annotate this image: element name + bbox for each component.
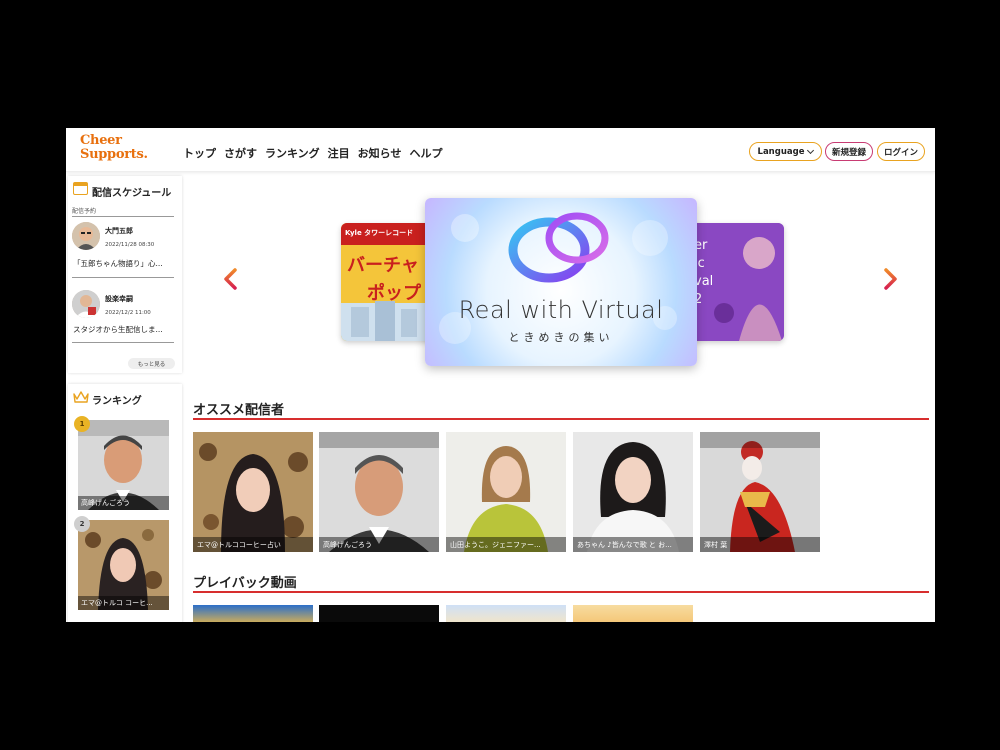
playback-title: プレイバック動画: [193, 576, 297, 591]
crown-icon: [73, 391, 89, 403]
login-button[interactable]: ログイン: [877, 142, 925, 161]
ranking-card[interactable]: エマ@トルコ コーヒ...: [78, 520, 169, 610]
carousel-slide-active[interactable]: Real with Virtual ときめきの集い: [425, 198, 697, 366]
hero-carousel: Kyle タワーレコード バーチャ ポップ er ic val 2 Real w…: [186, 176, 935, 376]
section-divider: [193, 591, 929, 593]
ranking-card-name: 高峰げんごろう: [78, 496, 169, 510]
streamer-name: 澤村 葉: [700, 537, 820, 552]
rank-badge-gold: 1: [74, 416, 90, 432]
playback-thumbnail[interactable]: [193, 605, 313, 622]
streamer-card[interactable]: 山田ようこ。ジェニファー...: [446, 432, 566, 552]
playback-thumbnail[interactable]: [319, 605, 439, 622]
slide-text: バーチャ: [347, 255, 419, 276]
photo-overlay: [319, 432, 439, 448]
ranking-panel: ランキング 高峰げんごろう 1 エマ@トルコ コーヒ... 2: [68, 384, 182, 622]
logo-line-1: Cheer: [80, 133, 122, 148]
schedule-item-name: 設楽幸嗣: [105, 295, 133, 303]
streamer-photo: [700, 432, 820, 552]
nav-featured[interactable]: 注目: [328, 145, 350, 161]
slide-title: Real with Virtual: [458, 296, 664, 324]
ranking-card-name: エマ@トルコ コーヒ...: [78, 596, 169, 610]
nav-help[interactable]: ヘルプ: [409, 145, 442, 161]
avatar: [72, 290, 100, 318]
schedule-item-name: 大門五郎: [105, 227, 133, 235]
divider: [72, 342, 174, 343]
streamer-name: あちゃん ♪皆んなで歌 と お...: [573, 537, 693, 552]
playback-thumbnail[interactable]: [573, 605, 693, 622]
streamer-photo: [319, 432, 439, 552]
register-label: 新規登録: [831, 147, 866, 158]
streamer-photo: [446, 432, 566, 552]
playback-thumbnail[interactable]: [446, 605, 566, 622]
register-button[interactable]: 新規登録: [825, 142, 873, 161]
avatar: [72, 222, 100, 250]
more-button[interactable]: もっと見る: [128, 358, 175, 369]
language-label: Language: [757, 146, 805, 157]
schedule-title: 配信スケジュール: [92, 188, 172, 199]
streamer-card[interactable]: あちゃん ♪皆んなで歌 と お...: [573, 432, 693, 552]
schedule-subtitle: 配信予約: [72, 208, 97, 215]
logo-line-2: Supports.: [80, 147, 148, 162]
ranking-title: ランキング: [92, 396, 142, 407]
main-nav: トップ さがす ランキング 注目 お知らせ ヘルプ: [183, 145, 442, 161]
divider: [72, 216, 174, 217]
schedule-item-date: 2022/11/28 08:30: [105, 242, 155, 248]
streamer-card[interactable]: エマ@トルココーヒー占い: [193, 432, 313, 552]
nav-ranking[interactable]: ランキング: [265, 145, 320, 161]
streamer-name: 山田ようこ。ジェニファー...: [446, 537, 566, 552]
nav-search[interactable]: さがす: [224, 145, 257, 161]
rank-badge-silver: 2: [74, 516, 90, 532]
streamer-photo: [193, 432, 313, 552]
nav-top[interactable]: トップ: [183, 145, 216, 161]
login-label: ログイン: [883, 147, 918, 158]
section-divider: [193, 418, 929, 420]
streamer-card[interactable]: 澤村 葉: [700, 432, 820, 552]
schedule-item-text: スタジオから生配信しま...: [73, 325, 163, 334]
streamer-photo: [573, 432, 693, 552]
slide-text: ポップ: [367, 283, 421, 304]
divider: [72, 277, 174, 278]
nav-news[interactable]: お知らせ: [358, 145, 402, 161]
streamer-name: 高峰げんごろう: [319, 537, 439, 552]
schedule-panel: 配信スケジュール 配信予約 大門五郎 2022/11/28 08:30 「五郎ち…: [68, 176, 182, 373]
streamer-card[interactable]: 高峰げんごろう: [319, 432, 439, 552]
schedule-item-date: 2022/12/2 11:00: [105, 310, 151, 316]
app-screen: Cheer Supports. トップ さがす ランキング 注目 お知らせ ヘル…: [66, 128, 935, 622]
chevron-right-icon[interactable]: [879, 268, 901, 290]
slide-subtitle: ときめきの集い: [508, 331, 614, 344]
schedule-item-text: 「五郎ちゃん物語り」心...: [73, 259, 163, 268]
chevron-left-icon[interactable]: [220, 268, 242, 290]
photo-overlay: [700, 432, 820, 448]
chevron-down-icon: [807, 146, 815, 154]
site-header: Cheer Supports. トップ さがす ランキング 注目 お知らせ ヘル…: [66, 128, 935, 172]
recommended-title: オススメ配信者: [193, 403, 285, 418]
carousel-slide-right[interactable]: er ic val 2: [684, 223, 784, 341]
calendar-icon: [73, 182, 88, 195]
language-button[interactable]: Language: [749, 142, 822, 161]
ranking-card[interactable]: 高峰げんごろう: [78, 420, 169, 510]
streamer-name: エマ@トルココーヒー占い: [193, 537, 313, 552]
slide-tag: Kyle タワーレコード: [345, 229, 414, 237]
site-logo[interactable]: Cheer Supports.: [80, 134, 148, 162]
